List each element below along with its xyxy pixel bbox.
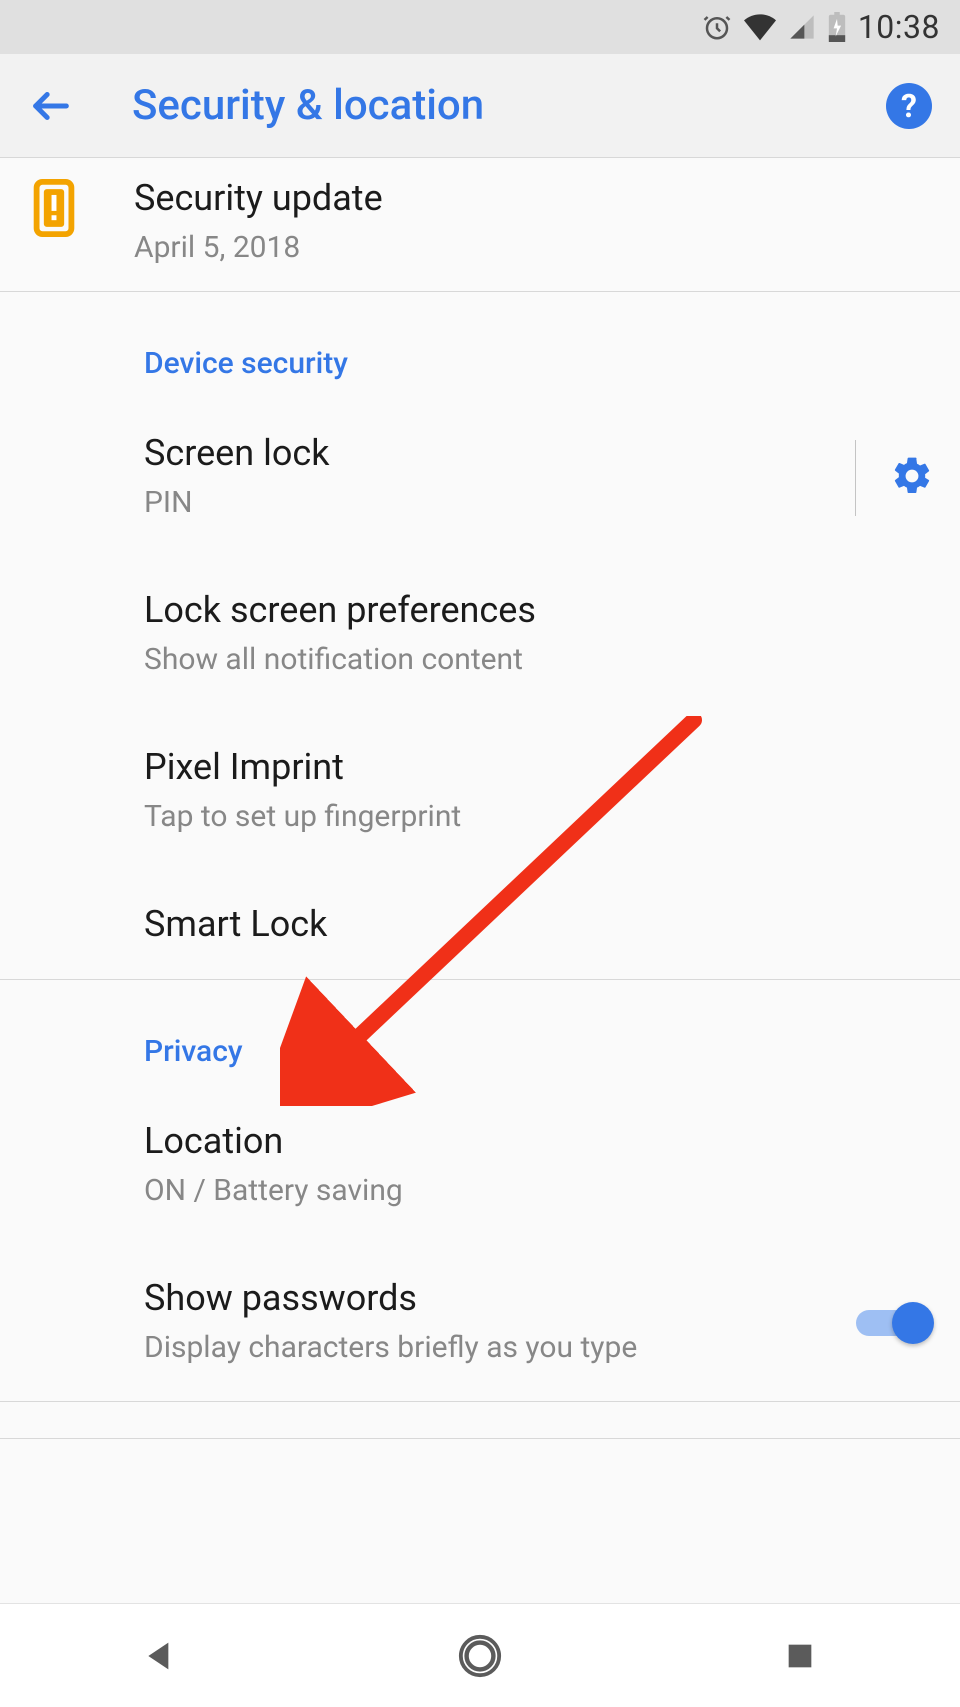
lock-screen-preferences-subtitle: Show all notification content — [144, 639, 934, 681]
lock-screen-preferences-title: Lock screen preferences — [144, 588, 934, 633]
smart-lock-row[interactable]: Smart Lock — [0, 870, 960, 979]
wifi-icon — [744, 12, 776, 42]
pixel-imprint-row[interactable]: Pixel Imprint Tap to set up fingerprint — [0, 713, 960, 870]
back-button[interactable] — [28, 83, 84, 129]
help-button[interactable]: ? — [886, 83, 932, 129]
pixel-imprint-subtitle: Tap to set up fingerprint — [144, 796, 934, 838]
battery-icon — [828, 12, 846, 42]
question-icon: ? — [901, 87, 917, 125]
security-update-subtitle: April 5, 2018 — [134, 227, 383, 269]
screen-lock-subtitle: PIN — [144, 482, 841, 524]
gear-icon — [890, 454, 934, 498]
section-header-privacy: Privacy — [0, 980, 960, 1087]
circle-home-icon — [457, 1633, 503, 1679]
nav-home-button[interactable] — [420, 1621, 540, 1691]
navigation-bar — [0, 1603, 960, 1707]
lock-screen-preferences-row[interactable]: Lock screen preferences Show all notific… — [0, 556, 960, 713]
nav-back-button[interactable] — [100, 1621, 220, 1691]
show-passwords-title: Show passwords — [144, 1276, 856, 1321]
smart-lock-title: Smart Lock — [144, 902, 934, 947]
security-update-icon — [26, 180, 82, 236]
screen-lock-row[interactable]: Screen lock PIN — [0, 399, 960, 556]
status-time: 10:38 — [858, 8, 940, 46]
app-bar: Security & location ? — [0, 54, 960, 158]
location-title: Location — [144, 1119, 934, 1164]
settings-list: Security update April 5, 2018 Device sec… — [0, 158, 960, 1603]
divider — [0, 1438, 960, 1439]
pixel-imprint-title: Pixel Imprint — [144, 745, 934, 790]
screen-lock-title: Screen lock — [144, 431, 841, 476]
triangle-back-icon — [140, 1636, 180, 1676]
screen-lock-settings-button[interactable] — [890, 454, 934, 502]
location-row[interactable]: Location ON / Battery saving — [0, 1087, 960, 1244]
location-subtitle: ON / Battery saving — [144, 1170, 934, 1212]
alarm-icon — [702, 12, 732, 42]
page-title: Security & location — [84, 81, 886, 130]
security-update-row[interactable]: Security update April 5, 2018 — [0, 158, 960, 291]
status-bar: 10:38 — [0, 0, 960, 54]
security-update-title: Security update — [134, 176, 383, 221]
section-header-device-security: Device security — [0, 292, 960, 399]
divider — [855, 440, 856, 516]
show-passwords-row[interactable]: Show passwords Display characters briefl… — [0, 1244, 960, 1401]
toggle-thumb — [892, 1302, 934, 1344]
square-recents-icon — [783, 1639, 817, 1673]
show-passwords-toggle[interactable] — [856, 1302, 934, 1344]
nav-recents-button[interactable] — [740, 1621, 860, 1691]
show-passwords-subtitle: Display characters briefly as you type — [144, 1327, 856, 1369]
cell-signal-icon — [788, 13, 816, 41]
